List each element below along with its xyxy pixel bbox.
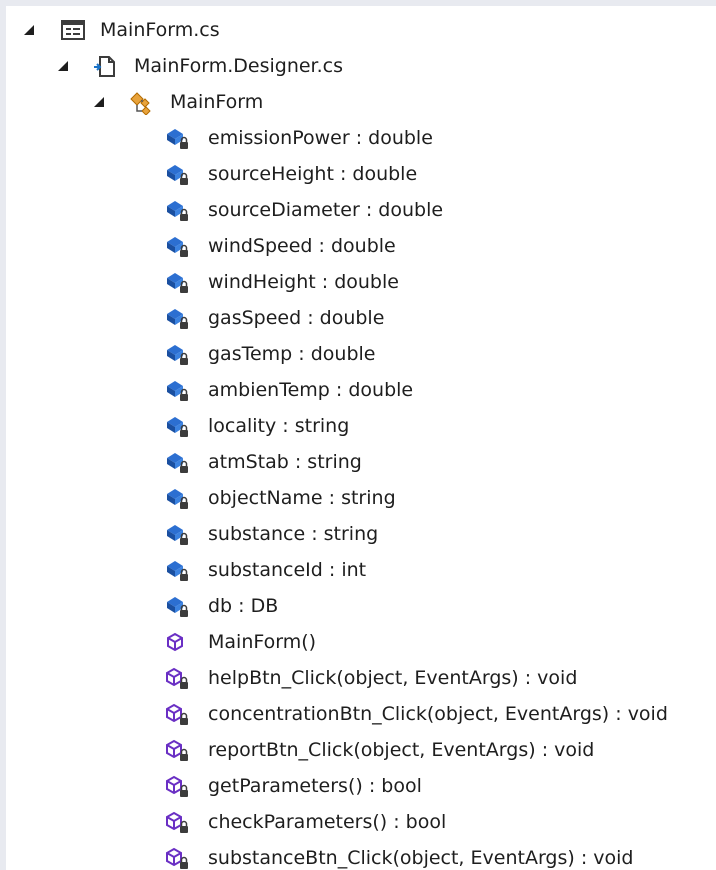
tree-node-member[interactable]: MainForm() [0, 624, 716, 660]
tree-node-member[interactable]: sourceHeight : double [0, 156, 716, 192]
tree-node-member[interactable]: checkParameters() : bool [0, 804, 716, 840]
member-label: locality : string [208, 415, 350, 437]
private-method-icon [164, 809, 190, 835]
member-label: sourceHeight : double [208, 163, 418, 185]
private-method-icon [164, 773, 190, 799]
tree-node-member[interactable]: helpBtn_Click(object, EventArgs) : void [0, 660, 716, 696]
tree-node-member[interactable]: concentrationBtn_Click(object, EventArgs… [0, 696, 716, 732]
panel-top-border [0, 0, 716, 6]
form-file-icon [60, 17, 86, 43]
tree-node-member[interactable]: atmStab : string [0, 444, 716, 480]
private-field-icon [164, 161, 190, 187]
private-field-icon [164, 413, 190, 439]
member-label: substanceBtn_Click(object, EventArgs) : … [208, 847, 634, 869]
member-label: atmStab : string [208, 451, 362, 473]
private-method-icon [164, 665, 190, 691]
private-field-icon [164, 305, 190, 331]
private-field-icon [164, 593, 190, 619]
private-field-icon [164, 377, 190, 403]
member-label: MainForm() [208, 631, 317, 653]
tree-node-member[interactable]: sourceDiameter : double [0, 192, 716, 228]
private-field-icon [164, 521, 190, 547]
member-label: helpBtn_Click(object, EventArgs) : void [208, 667, 578, 689]
member-label: getParameters() : bool [208, 775, 422, 797]
tree-node-member[interactable]: substance : string [0, 516, 716, 552]
member-label: substanceId : int [208, 559, 367, 581]
member-label: gasTemp : double [208, 343, 376, 365]
tree-node-member[interactable]: windHeight : double [0, 264, 716, 300]
tree-node-member[interactable]: gasSpeed : double [0, 300, 716, 336]
tree-node-label: MainForm [170, 91, 264, 113]
tree-node-member[interactable]: ambienTemp : double [0, 372, 716, 408]
member-label: checkParameters() : bool [208, 811, 447, 833]
expanded-arrow-icon[interactable] [94, 97, 104, 107]
tree-node-label: MainForm.Designer.cs [134, 55, 343, 77]
private-method-icon [164, 737, 190, 763]
tree-node-member[interactable]: emissionPower : double [0, 120, 716, 156]
class-icon [128, 89, 154, 115]
private-field-icon [164, 269, 190, 295]
member-label: objectName : string [208, 487, 396, 509]
tree-node-member[interactable]: db : DB [0, 588, 716, 624]
member-label: gasSpeed : double [208, 307, 385, 329]
member-label: windSpeed : double [208, 235, 396, 257]
member-label: db : DB [208, 595, 279, 617]
member-label: sourceDiameter : double [208, 199, 444, 221]
private-field-icon [164, 125, 190, 151]
tree-node-member[interactable]: gasTemp : double [0, 336, 716, 372]
member-label: concentrationBtn_Click(object, EventArgs… [208, 703, 668, 725]
private-field-icon [164, 449, 190, 475]
tree-node-member[interactable]: objectName : string [0, 480, 716, 516]
tree-node-member[interactable]: substanceBtn_Click(object, EventArgs) : … [0, 840, 716, 870]
tree-node-mainform-cs[interactable]: MainForm.cs [0, 12, 716, 48]
tree-node-member[interactable]: substanceId : int [0, 552, 716, 588]
tree-node-member[interactable]: reportBtn_Click(object, EventArgs) : voi… [0, 732, 716, 768]
private-field-icon [164, 233, 190, 259]
expanded-arrow-icon[interactable] [58, 61, 68, 71]
tree-node-designer-cs[interactable]: MainForm.Designer.cs [0, 48, 716, 84]
private-field-icon [164, 197, 190, 223]
private-method-icon [164, 701, 190, 727]
member-label: substance : string [208, 523, 379, 545]
expanded-arrow-icon[interactable] [24, 25, 34, 35]
public-method-icon [164, 629, 190, 655]
tree-node-mainform-class[interactable]: MainForm [0, 84, 716, 120]
tree-node-member[interactable]: getParameters() : bool [0, 768, 716, 804]
member-label: emissionPower : double [208, 127, 433, 149]
private-field-icon [164, 485, 190, 511]
private-field-icon [164, 557, 190, 583]
designer-file-icon [92, 53, 118, 79]
tree-node-member[interactable]: locality : string [0, 408, 716, 444]
tree-node-member[interactable]: windSpeed : double [0, 228, 716, 264]
member-label: windHeight : double [208, 271, 399, 293]
member-label: reportBtn_Click(object, EventArgs) : voi… [208, 739, 595, 761]
solution-explorer-tree[interactable]: MainForm.cs MainForm.Designer.cs MainFor… [0, 12, 716, 870]
private-field-icon [164, 341, 190, 367]
private-method-icon [164, 845, 190, 870]
tree-node-label: MainForm.cs [100, 19, 220, 41]
member-label: ambienTemp : double [208, 379, 414, 401]
